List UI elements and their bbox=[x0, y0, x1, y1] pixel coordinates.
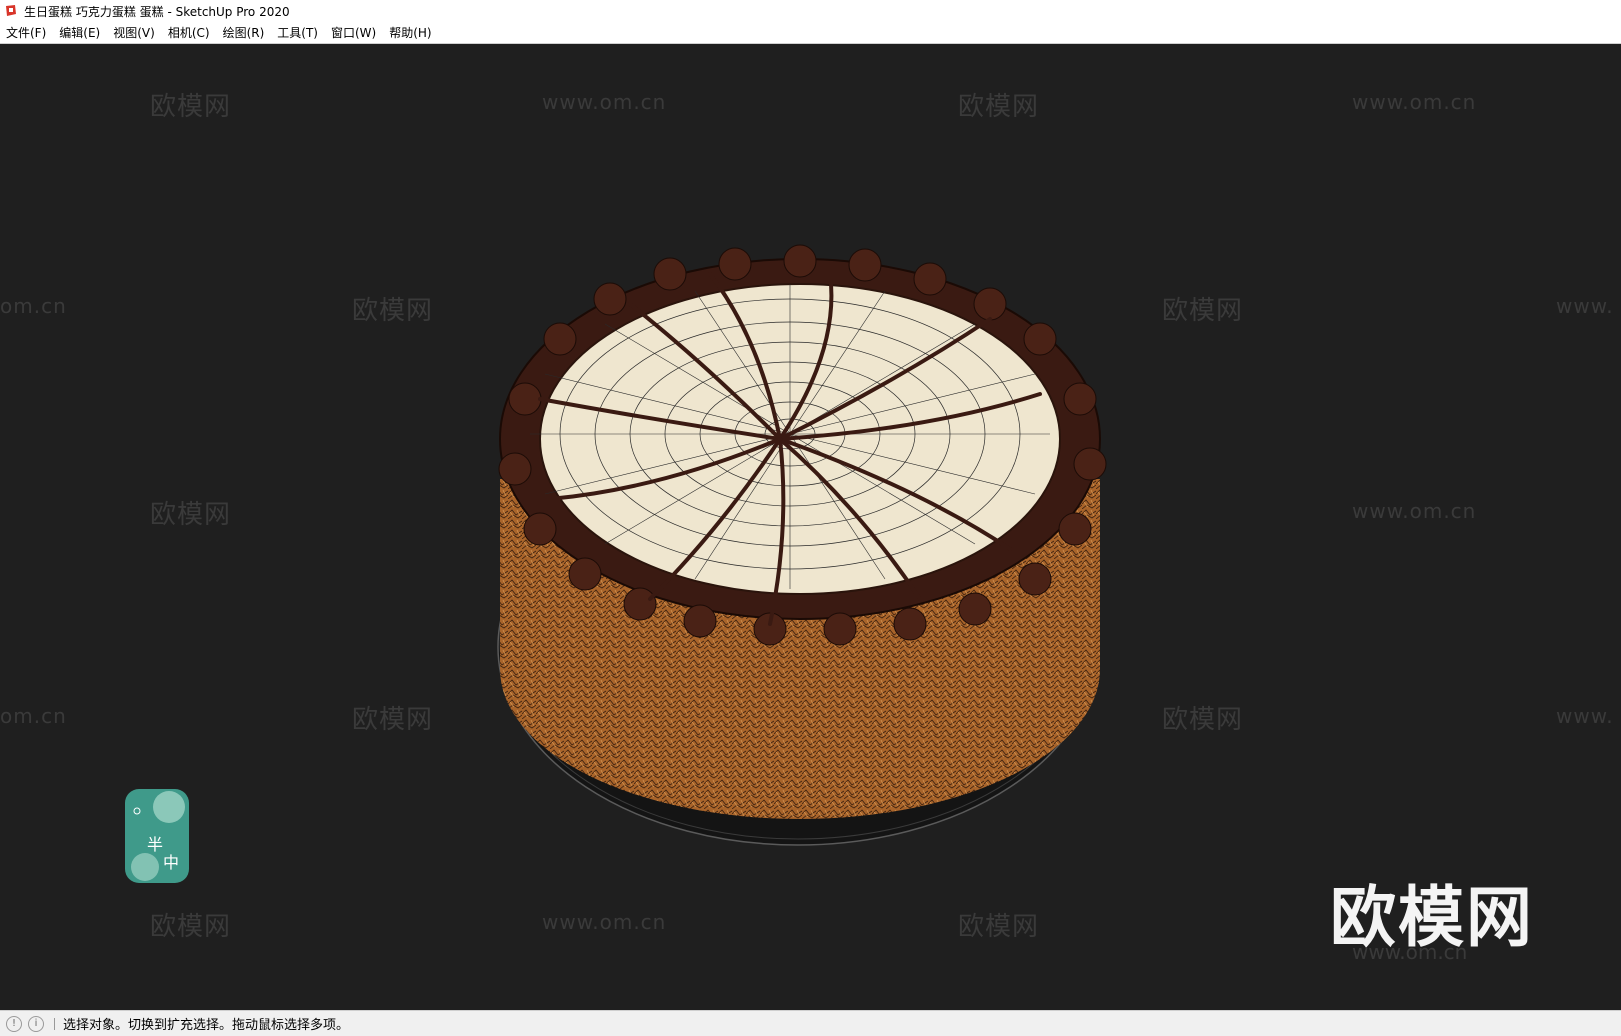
sketchup-app-icon bbox=[6, 5, 16, 16]
status-message: 选择对象。切换到扩充选择。拖动鼠标选择多项。 bbox=[63, 1018, 350, 1033]
cake-3d-model[interactable] bbox=[480, 229, 1140, 869]
status-bar: ! i 选择对象。切换到扩充选择。拖动鼠标选择多项。 bbox=[0, 1010, 1621, 1036]
watermark-brand: 欧模网 bbox=[150, 500, 232, 530]
menu-edit[interactable]: 编辑(E) bbox=[53, 24, 107, 41]
watermark-url-partial: www. bbox=[1556, 704, 1614, 728]
watermark-brand: 欧模网 bbox=[1162, 296, 1244, 326]
watermark-url: www.om.cn bbox=[1352, 90, 1477, 114]
watermark-brand: 欧模网 bbox=[150, 92, 232, 122]
watermark-brand: 欧模网 bbox=[1162, 705, 1244, 735]
badge-char: 中 bbox=[163, 853, 180, 872]
watermark-url: www.om.cn bbox=[1352, 940, 1468, 964]
info-icon[interactable]: i bbox=[28, 1015, 44, 1032]
watermark-url-partial: om.cn bbox=[0, 704, 67, 728]
watermark-url-partial: www. bbox=[1556, 294, 1614, 318]
watermark-url: www.om.cn bbox=[1352, 499, 1477, 523]
menu-draw[interactable]: 绘图(R) bbox=[217, 24, 272, 41]
menu-tools[interactable]: 工具(T) bbox=[271, 24, 325, 41]
title-bar: 生日蛋糕 巧克力蛋糕 蛋糕 - SketchUp Pro 2020 bbox=[0, 0, 1621, 22]
watermark-brand: 欧模网 bbox=[958, 912, 1040, 942]
menu-camera[interactable]: 相机(C) bbox=[162, 24, 217, 41]
watermark-brand: 欧模网 bbox=[150, 912, 232, 942]
watermark-url: www.om.cn bbox=[542, 910, 667, 934]
status-divider bbox=[54, 1017, 55, 1030]
watermark-url-partial: om.cn bbox=[0, 294, 67, 318]
watermark-brand: 欧模网 bbox=[958, 92, 1040, 122]
decorative-badge: 半 中 bbox=[125, 789, 189, 883]
geolocation-icon[interactable]: ! bbox=[6, 1015, 22, 1032]
menu-help[interactable]: 帮助(H) bbox=[383, 24, 438, 41]
window-title: 生日蛋糕 巧克力蛋糕 蛋糕 - SketchUp Pro 2020 bbox=[24, 4, 290, 19]
badge-char: 半 bbox=[147, 835, 164, 854]
menu-bar: 文件(F) 编辑(E) 视图(V) 相机(C) 绘图(R) 工具(T) 窗口(W… bbox=[0, 22, 1621, 44]
menu-file[interactable]: 文件(F) bbox=[0, 24, 53, 41]
3d-viewport[interactable]: 欧模网 www.om.cn 欧模网 www.om.cn om.cn 欧模网 欧模… bbox=[0, 44, 1621, 1010]
menu-view[interactable]: 视图(V) bbox=[107, 24, 162, 41]
menu-window[interactable]: 窗口(W) bbox=[325, 24, 383, 41]
watermark-brand: 欧模网 bbox=[352, 296, 434, 326]
watermark-url: www.om.cn bbox=[542, 90, 667, 114]
watermark-brand: 欧模网 bbox=[352, 705, 434, 735]
